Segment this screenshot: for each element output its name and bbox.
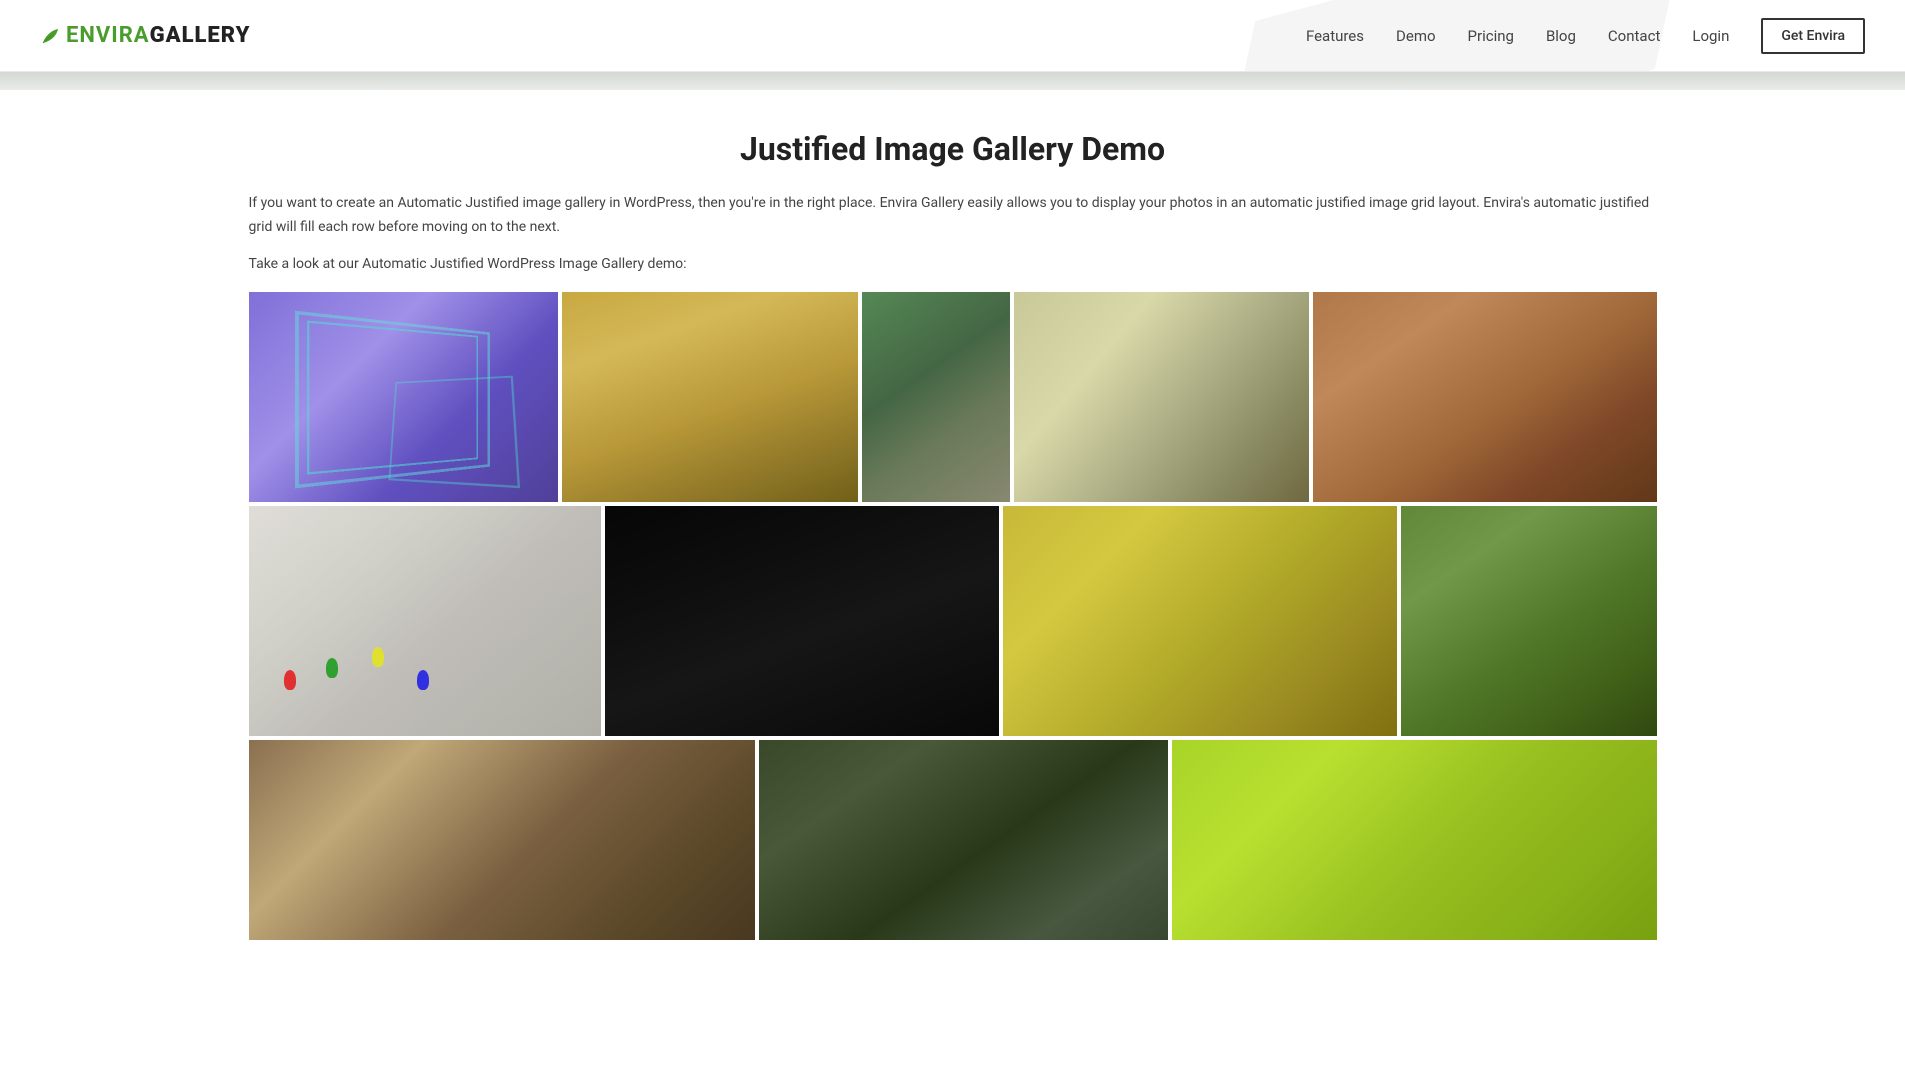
get-envira-button[interactable]: Get Envira	[1761, 18, 1865, 54]
gallery-item[interactable]	[1313, 292, 1656, 502]
main-content: Justified Image Gallery Demo If you want…	[233, 90, 1673, 984]
site-header: ENVIRAGALLERY Features Demo Pricing Blog…	[0, 0, 1905, 72]
main-nav: Features Demo Pricing Blog Contact Login…	[1306, 18, 1865, 54]
gallery-item[interactable]	[1401, 506, 1657, 736]
nav-login[interactable]: Login	[1692, 27, 1729, 45]
nav-features[interactable]: Features	[1306, 27, 1364, 45]
gallery-item[interactable]	[1003, 506, 1397, 736]
page-description: If you want to create an Automatic Justi…	[249, 192, 1657, 240]
gallery-item[interactable]	[249, 740, 756, 940]
leaf-icon	[40, 26, 60, 46]
nav-blog[interactable]: Blog	[1546, 27, 1576, 45]
gallery-item[interactable]	[562, 292, 858, 502]
image-gallery	[249, 292, 1657, 940]
gallery-item[interactable]	[862, 292, 1010, 502]
gallery-item[interactable]	[605, 506, 999, 736]
gallery-item[interactable]	[1172, 740, 1657, 940]
nav-demo[interactable]: Demo	[1396, 27, 1436, 45]
page-title: Justified Image Gallery Demo	[249, 130, 1657, 168]
hero-band	[0, 72, 1905, 90]
gallery-row-2	[249, 506, 1657, 736]
logo-text: ENVIRAGALLERY	[66, 23, 250, 48]
gallery-row-1	[249, 292, 1657, 502]
gallery-item[interactable]	[249, 292, 559, 502]
site-logo[interactable]: ENVIRAGALLERY	[40, 23, 250, 48]
page-subtitle: Take a look at our Automatic Justified W…	[249, 256, 1657, 272]
nav-pricing[interactable]: Pricing	[1468, 27, 1514, 45]
gallery-item[interactable]	[759, 740, 1167, 940]
gallery-item[interactable]	[1014, 292, 1310, 502]
nav-contact[interactable]: Contact	[1608, 27, 1660, 45]
gallery-item[interactable]	[249, 506, 601, 736]
gallery-row-3	[249, 740, 1657, 940]
